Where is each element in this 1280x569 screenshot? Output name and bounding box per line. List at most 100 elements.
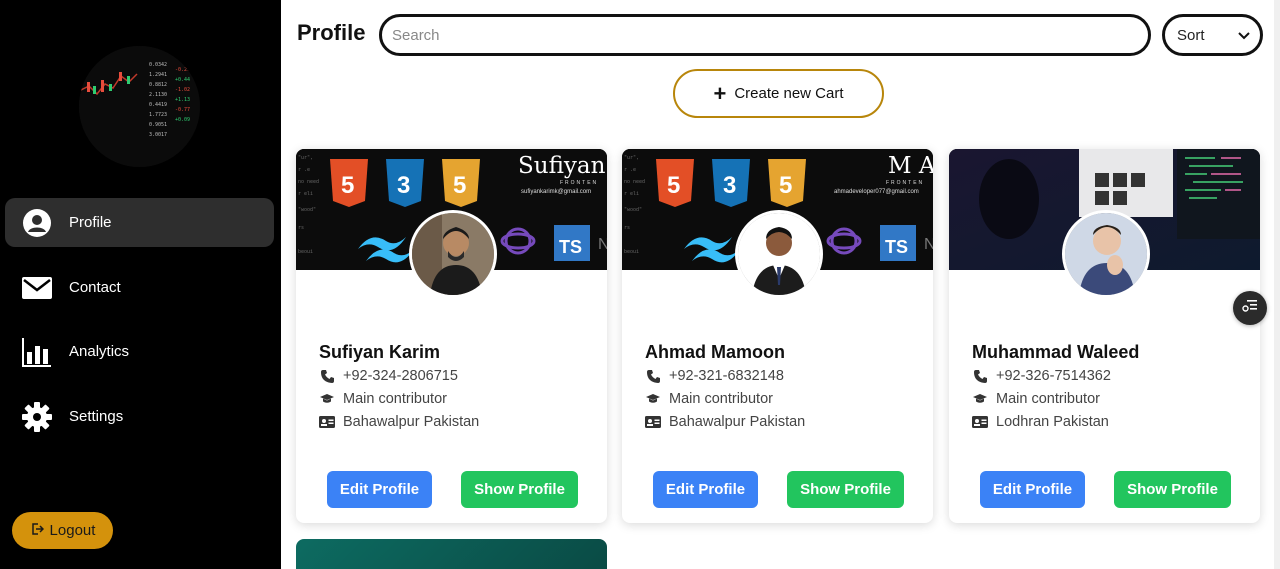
svg-text:-1.02: -1.02 xyxy=(175,87,190,93)
role-row: Main contributor xyxy=(319,391,447,407)
svg-text:"ur",: "ur", xyxy=(298,155,313,161)
svg-text:r eli: r eli xyxy=(624,191,639,197)
show-profile-button[interactable]: Show Profile xyxy=(1114,471,1231,508)
svg-text:r eli: r eli xyxy=(298,191,313,197)
svg-text:TS: TS xyxy=(885,237,908,257)
role-text: Main contributor xyxy=(996,391,1100,407)
svg-text:rs: rs xyxy=(298,225,304,231)
svg-text:-0.77: -0.77 xyxy=(175,107,190,113)
svg-text:rs: rs xyxy=(624,225,630,231)
svg-text:3.0017: 3.0017 xyxy=(149,132,167,138)
create-button-label: Create new Cart xyxy=(734,85,844,102)
sidebar-item-label: Analytics xyxy=(69,343,130,360)
show-profile-button[interactable]: Show Profile xyxy=(461,471,578,508)
sidebar-item-label: Profile xyxy=(69,214,112,231)
card-name: Ahmad Mamoon xyxy=(645,342,786,362)
search-input[interactable] xyxy=(379,14,1151,56)
card-name: Sufiyan Karim xyxy=(319,342,441,362)
create-new-cart-button[interactable]: + Create new Cart xyxy=(673,69,884,118)
graduation-cap-icon xyxy=(972,391,988,407)
svg-text:N: N xyxy=(598,236,607,253)
user-avatar[interactable]: 0.0342 1.2941 0.8812 2.1130 0.4419 1.7723 0.… xyxy=(79,46,200,167)
svg-text:1.2941: 1.2941 xyxy=(149,72,167,78)
plus-icon: + xyxy=(713,80,727,106)
id-card-icon xyxy=(319,414,335,430)
scrollbar[interactable] xyxy=(1274,0,1280,569)
sidebar-item-settings[interactable]: Settings xyxy=(5,392,274,441)
role-row: Main contributor xyxy=(972,391,1100,407)
filter-fab-button[interactable] xyxy=(1233,291,1267,325)
svg-text:no need: no need xyxy=(624,179,645,185)
graduation-cap-icon xyxy=(319,391,335,407)
envelope-icon xyxy=(21,272,53,304)
sidebar: 0.0342 1.2941 0.8812 2.1130 0.4419 1.7723 0.… xyxy=(0,0,281,569)
card-avatar xyxy=(409,210,497,298)
svg-text:+1.13: +1.13 xyxy=(175,97,190,103)
logout-button[interactable]: Logout xyxy=(12,512,113,549)
profile-card: Muhammad Waleed +92-326-7514362 Main con… xyxy=(949,149,1260,523)
sidebar-item-contact[interactable]: Contact xyxy=(5,263,274,312)
profile-card-partial xyxy=(296,539,607,569)
phone-text: +92-326-7514362 xyxy=(996,368,1111,384)
location-row: Bahawalpur Pakistan xyxy=(319,414,479,430)
location-text: Lodhran Pakistan xyxy=(996,414,1109,430)
banner-title: Sufiyan xyxy=(518,153,606,179)
svg-text:+0.09: +0.09 xyxy=(175,117,190,123)
location-row: Lodhran Pakistan xyxy=(972,414,1109,430)
show-profile-button[interactable]: Show Profile xyxy=(787,471,904,508)
phone-icon xyxy=(645,368,661,384)
svg-text:"wood": "wood" xyxy=(298,207,316,213)
graduation-cap-icon xyxy=(645,391,661,407)
svg-text:0.9051: 0.9051 xyxy=(149,122,167,128)
sidebar-item-profile[interactable]: Profile xyxy=(5,198,274,247)
card-avatar xyxy=(735,210,823,298)
logout-icon xyxy=(30,522,44,540)
banner-subtitle: FRONTEN xyxy=(560,180,598,186)
sidebar-item-analytics[interactable]: Analytics xyxy=(5,327,274,376)
card-avatar xyxy=(1062,210,1150,298)
svg-text:r .e: r .e xyxy=(298,167,310,173)
phone-text: +92-324-2806715 xyxy=(343,368,458,384)
svg-text:no need: no need xyxy=(298,179,319,185)
sort-label: Sort xyxy=(1177,26,1205,44)
phone-icon xyxy=(319,368,335,384)
svg-text:3: 3 xyxy=(723,172,736,199)
svg-text:0.4419: 0.4419 xyxy=(149,102,167,108)
chevron-down-icon xyxy=(1238,27,1250,44)
profile-card: "ur", r .e no need r eli "wood" rs beoui 5 3 5… xyxy=(296,149,607,523)
phone-row: +92-321-6832148 xyxy=(645,368,784,384)
sidebar-item-label: Settings xyxy=(69,408,124,425)
svg-text:5: 5 xyxy=(341,172,354,199)
bar-chart-icon xyxy=(21,336,53,368)
banner-email: sufiyankarimk@gmail.com xyxy=(521,189,591,195)
svg-text:beoui: beoui xyxy=(624,249,639,255)
main-content: Profile Sort + Create new Cart "ur", r .e… xyxy=(281,0,1280,569)
user-circle-icon xyxy=(21,207,53,239)
banner-subtitle: FRONTEN xyxy=(886,180,924,186)
edit-profile-button[interactable]: Edit Profile xyxy=(327,471,432,508)
phone-row: +92-326-7514362 xyxy=(972,368,1111,384)
phone-icon xyxy=(972,368,988,384)
sidebar-item-label: Contact xyxy=(69,279,121,296)
location-text: Bahawalpur Pakistan xyxy=(669,414,806,430)
location-text: Bahawalpur Pakistan xyxy=(343,414,480,430)
svg-text:5: 5 xyxy=(453,172,466,199)
filter-list-icon xyxy=(1242,299,1258,318)
svg-text:2.1130: 2.1130 xyxy=(149,92,167,98)
phone-row: +92-324-2806715 xyxy=(319,368,458,384)
edit-profile-button[interactable]: Edit Profile xyxy=(653,471,758,508)
role-text: Main contributor xyxy=(669,391,773,407)
card-name: Muhammad Waleed xyxy=(972,342,1140,362)
page-title: Profile xyxy=(297,20,366,45)
banner-title: M A xyxy=(888,153,933,179)
svg-text:"ur",: "ur", xyxy=(624,155,639,161)
svg-text:-0.21: -0.21 xyxy=(175,67,190,73)
gear-icon xyxy=(21,401,53,433)
logout-label: Logout xyxy=(49,522,96,539)
sort-select[interactable]: Sort xyxy=(1162,14,1263,56)
svg-text:1.7723: 1.7723 xyxy=(149,112,167,118)
role-text: Main contributor xyxy=(343,391,447,407)
svg-text:3: 3 xyxy=(397,172,410,199)
svg-text:5: 5 xyxy=(779,172,792,199)
edit-profile-button[interactable]: Edit Profile xyxy=(980,471,1085,508)
